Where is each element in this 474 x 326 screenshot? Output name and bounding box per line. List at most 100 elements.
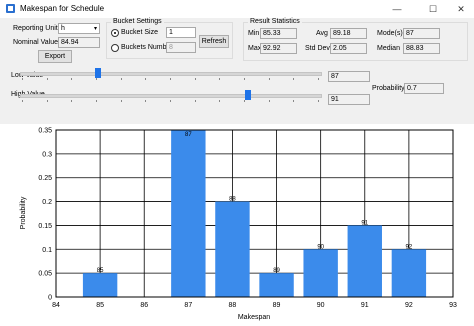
minimize-button[interactable]: — <box>386 2 408 16</box>
slider-tick <box>268 78 270 80</box>
stddev-value: 2.05 <box>330 43 367 54</box>
high-value-slider-thumb[interactable] <box>245 90 251 100</box>
slider-tick <box>170 78 171 80</box>
refresh-button[interactable]: Refresh <box>199 35 229 48</box>
slider-tick <box>71 78 73 80</box>
high-value-slider-track[interactable] <box>20 94 322 98</box>
bar-label: 90 <box>317 244 324 250</box>
x-tick-label: 92 <box>405 302 413 309</box>
y-tick-label: 0.05 <box>38 271 52 278</box>
reporting-units-value: h <box>61 25 65 32</box>
median-label: Median <box>377 45 400 52</box>
avg-label: Avg <box>316 30 328 37</box>
low-value-slider-thumb[interactable] <box>95 68 101 78</box>
y-tick-label: 0 <box>48 295 52 302</box>
x-tick-label: 84 <box>52 302 60 309</box>
x-tick-label: 88 <box>229 302 237 309</box>
x-tick-label: 89 <box>273 302 281 309</box>
slider-tick <box>71 100 73 102</box>
slider-tick <box>219 100 221 102</box>
min-value: 85.33 <box>260 28 297 39</box>
mode-value: 87 <box>403 28 440 39</box>
export-button[interactable]: Export <box>38 50 72 63</box>
slider-tick <box>120 78 122 80</box>
x-tick-label: 90 <box>317 302 325 309</box>
y-tick-label: 0.3 <box>42 151 52 158</box>
mode-label: Mode(s) <box>377 30 403 37</box>
x-axis-label: Makespan <box>238 314 270 321</box>
y-tick-label: 0.1 <box>42 247 52 254</box>
x-tick-label: 85 <box>96 302 104 309</box>
slider-tick <box>194 78 196 80</box>
title-bar: Makespan for Schedule — ☐ ✕ <box>0 0 474 18</box>
bucket-settings-title: Bucket Settings <box>111 18 164 25</box>
buckets-number-label: Buckets Number <box>121 44 173 51</box>
slider-tick <box>46 78 48 80</box>
buckets-number-radio[interactable] <box>111 44 119 52</box>
reporting-units-label: Reporting Units <box>13 25 62 32</box>
bucket-size-label: Bucket Size <box>121 29 158 36</box>
nominal-value-field: 84.94 <box>58 37 100 48</box>
slider-tick <box>120 100 122 102</box>
bar <box>259 273 294 297</box>
result-statistics-title: Result Statistics <box>248 18 302 25</box>
min-label: Min <box>248 30 260 37</box>
bar <box>215 201 250 297</box>
bar <box>391 249 427 297</box>
bar-label: 87 <box>185 132 192 138</box>
slider-tick <box>145 78 147 80</box>
bar <box>82 273 118 297</box>
buckets-number-input: 8 <box>166 42 196 53</box>
chevron-down-icon: ▾ <box>93 26 97 32</box>
slider-tick <box>293 100 295 102</box>
bar <box>303 249 338 297</box>
reporting-units-select[interactable]: h ▾ <box>58 23 100 34</box>
slider-tick <box>145 100 147 102</box>
x-tick-label: 87 <box>184 302 192 309</box>
bar <box>171 130 206 297</box>
slider-tick <box>318 78 319 80</box>
bar <box>347 225 382 297</box>
median-value: 88.83 <box>403 43 440 54</box>
x-tick-label: 93 <box>449 302 457 309</box>
low-value-slider-track[interactable] <box>20 72 322 76</box>
low-value-field: 87 <box>328 71 370 82</box>
x-tick-label: 91 <box>361 302 369 309</box>
y-axis-ticks: 0 0.05 0.1 0.15 0.2 0.25 0.3 0.35 <box>38 128 52 302</box>
y-tick-label: 0.2 <box>42 199 52 206</box>
y-tick-label: 0.25 <box>38 175 52 182</box>
stddev-label: Std Dev <box>305 45 330 52</box>
maximize-button[interactable]: ☐ <box>422 2 444 16</box>
chart-bars <box>82 130 427 297</box>
x-tick-label: 86 <box>140 302 148 309</box>
slider-tick <box>22 78 23 80</box>
app-icon <box>6 4 15 13</box>
bar-label: 88 <box>229 197 236 203</box>
high-value-field: 91 <box>328 94 370 105</box>
bar-label: 91 <box>361 220 368 226</box>
bucket-size-radio[interactable] <box>111 29 119 37</box>
slider-tick <box>293 78 295 80</box>
nominal-value-label: Nominal Value <box>13 39 59 46</box>
slider-tick <box>244 78 245 80</box>
slider-tick <box>268 100 270 102</box>
probability-label: Probability <box>372 85 405 92</box>
control-panel: Reporting Units h ▾ Nominal Value 84.94 … <box>0 18 474 124</box>
slider-tick <box>96 78 97 80</box>
slider-tick <box>194 100 196 102</box>
max-value: 92.92 <box>260 43 297 54</box>
probability-value: 0.7 <box>404 83 444 94</box>
slider-tick <box>96 100 97 102</box>
close-button[interactable]: ✕ <box>450 2 472 16</box>
slider-tick <box>22 100 23 102</box>
slider-tick <box>170 100 171 102</box>
slider-tick <box>46 100 48 102</box>
bar-label: 85 <box>97 268 104 274</box>
window-title: Makespan for Schedule <box>20 4 105 13</box>
slider-tick <box>219 78 221 80</box>
avg-value: 89.18 <box>330 28 367 39</box>
bar-label: 89 <box>273 268 280 274</box>
bucket-size-input[interactable]: 1 <box>166 27 196 38</box>
y-tick-label: 0.35 <box>38 128 52 135</box>
bar-label: 92 <box>406 244 413 250</box>
